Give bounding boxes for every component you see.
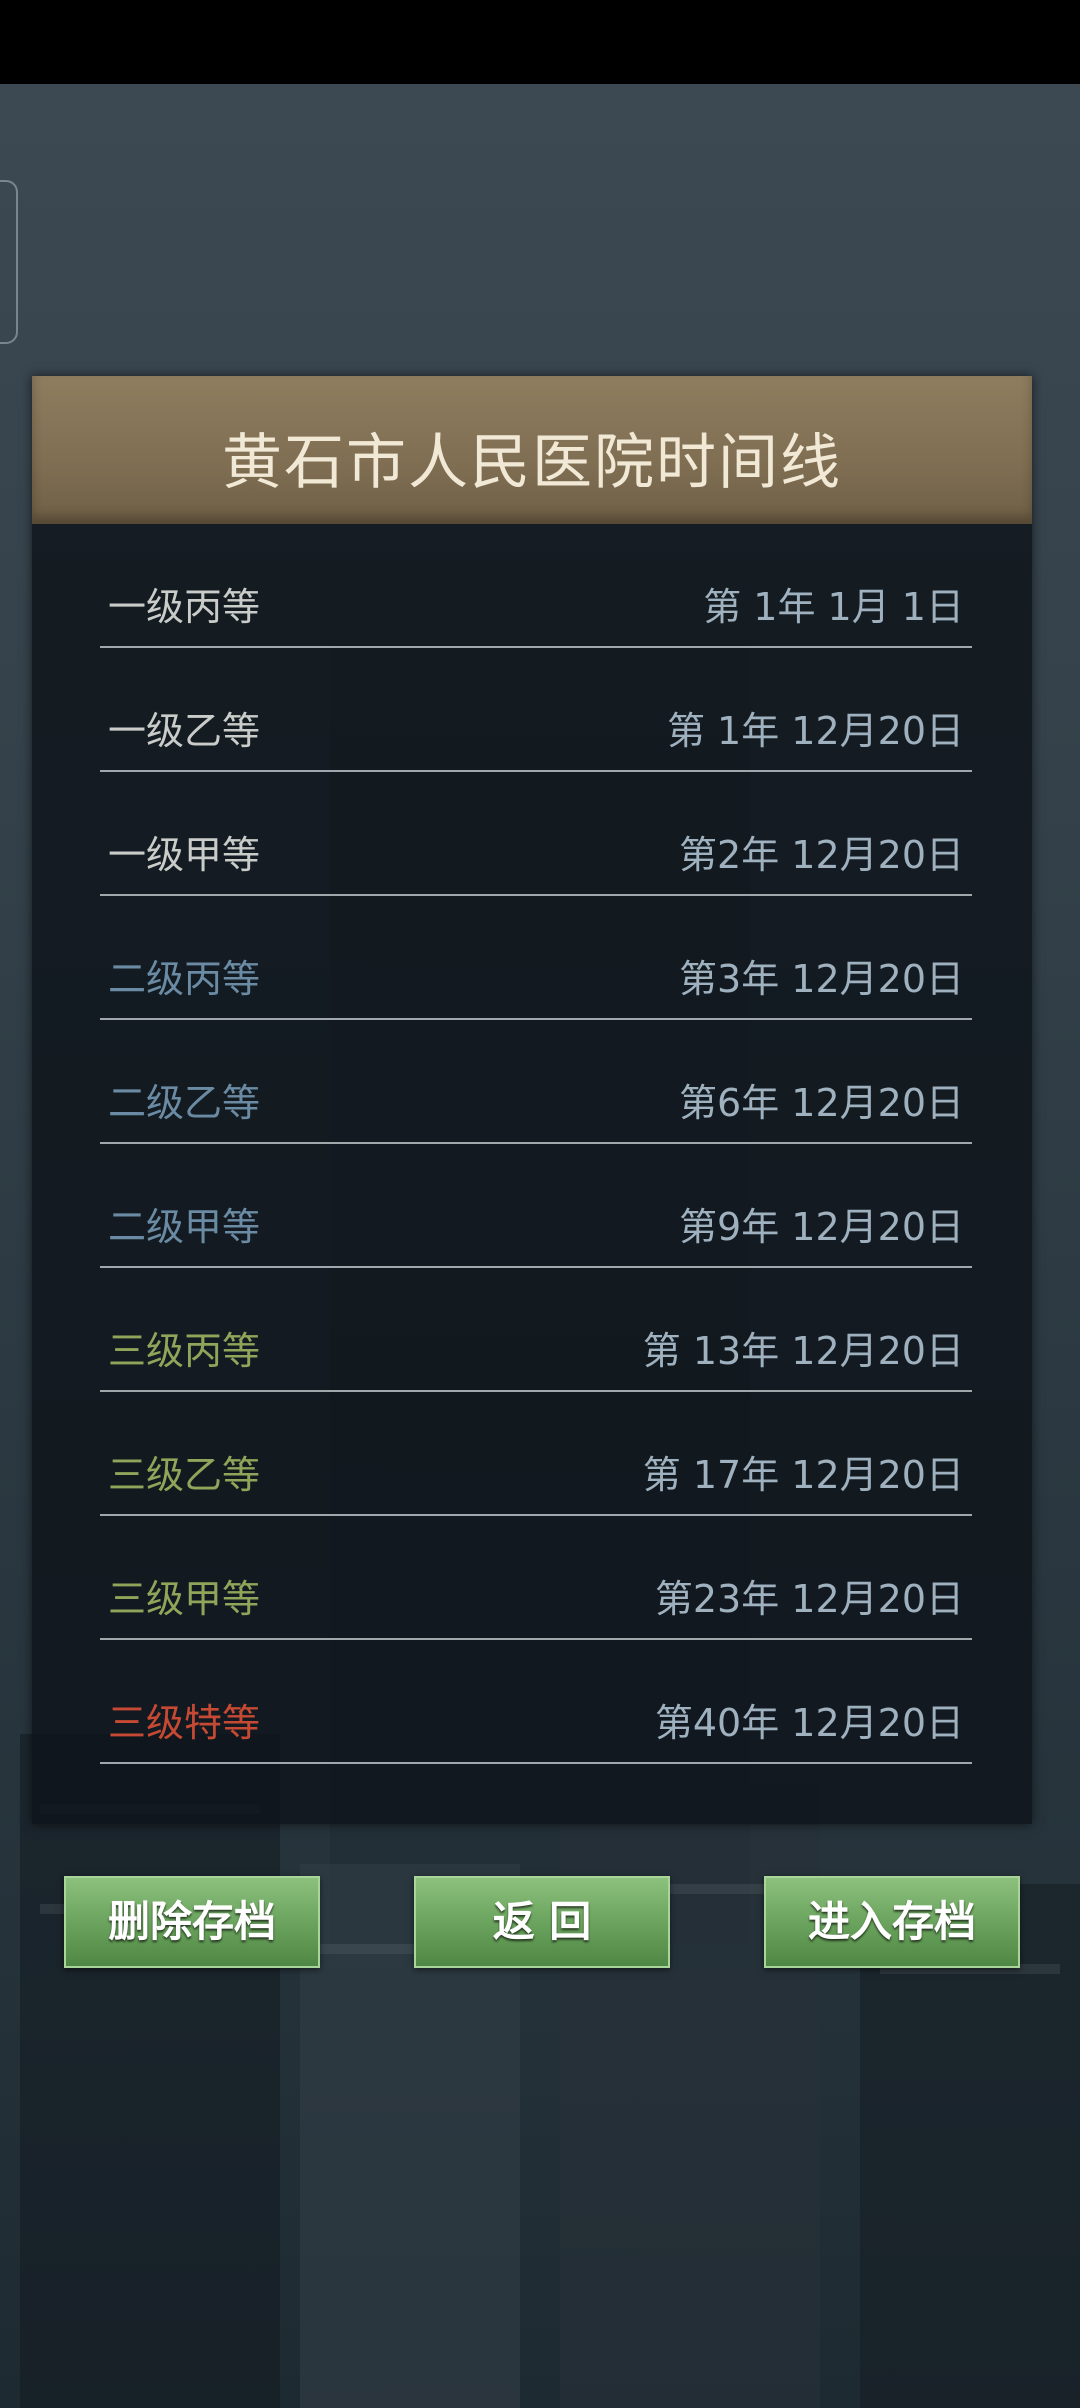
achieved-date-label: 第23年 12月20日: [654, 1577, 964, 1621]
hospital-level-label: 二级丙等: [108, 957, 261, 1001]
delete-save-button[interactable]: 删除存档: [64, 1876, 320, 1968]
hospital-level-label: 一级甲等: [108, 833, 261, 877]
back-button[interactable]: 返 回: [414, 1876, 670, 1968]
panel-title: 黄石市人民医院时间线: [222, 428, 842, 498]
timeline-list: 一级丙等 第 1年 1月 1日一级乙等 第 1年 12月20日一级甲等 第2年 12月…: [100, 524, 972, 1764]
hospital-level-label: 三级丙等: [108, 1329, 261, 1373]
side-drawer-tab[interactable]: [0, 180, 18, 344]
hospital-level-label: 三级乙等: [108, 1453, 261, 1497]
timeline-row: 三级特等 第40年 12月20日: [100, 1640, 972, 1764]
achieved-date-label: 第2年 12月20日: [679, 833, 964, 877]
timeline-row: 三级丙等 第 13年 12月20日: [100, 1268, 972, 1392]
hospital-level-label: 三级甲等: [108, 1577, 261, 1621]
timeline-row: 一级乙等 第 1年 12月20日: [100, 648, 972, 772]
timeline-row: 一级甲等 第2年 12月20日: [100, 772, 972, 896]
panel-header: 黄石市人民医院时间线: [32, 376, 1032, 524]
background-building: [20, 1734, 280, 2408]
hospital-level-label: 三级特等: [108, 1701, 261, 1745]
hospital-level-label: 二级甲等: [108, 1205, 261, 1249]
achieved-date-label: 第9年 12月20日: [679, 1205, 964, 1249]
timeline-row: 三级甲等 第23年 12月20日: [100, 1516, 972, 1640]
achieved-date-label: 第6年 12月20日: [679, 1081, 964, 1125]
status-bar: [0, 0, 1080, 84]
timeline-row: 二级乙等 第6年 12月20日: [100, 1020, 972, 1144]
timeline-row: 二级甲等 第9年 12月20日: [100, 1144, 972, 1268]
timeline-row: 二级丙等 第3年 12月20日: [100, 896, 972, 1020]
hospital-level-label: 一级丙等: [108, 585, 261, 629]
achieved-date-label: 第40年 12月20日: [654, 1701, 964, 1745]
hospital-level-label: 一级乙等: [108, 709, 261, 753]
timeline-row: 三级乙等 第 17年 12月20日: [100, 1392, 972, 1516]
enter-save-button[interactable]: 进入存档: [764, 1876, 1020, 1968]
achieved-date-label: 第 1年 1月 1日: [703, 585, 964, 629]
timeline-row: 一级丙等 第 1年 1月 1日: [100, 524, 972, 648]
hospital-level-label: 二级乙等: [108, 1081, 261, 1125]
achieved-date-label: 第 1年 12月20日: [666, 709, 964, 753]
achieved-date-label: 第3年 12月20日: [679, 957, 964, 1001]
achieved-date-label: 第 17年 12月20日: [642, 1453, 964, 1497]
timeline-panel: 黄石市人民医院时间线 一级丙等 第 1年 1月 1日一级乙等 第 1年 12月20日…: [32, 376, 1032, 1824]
achieved-date-label: 第 13年 12月20日: [642, 1329, 964, 1373]
